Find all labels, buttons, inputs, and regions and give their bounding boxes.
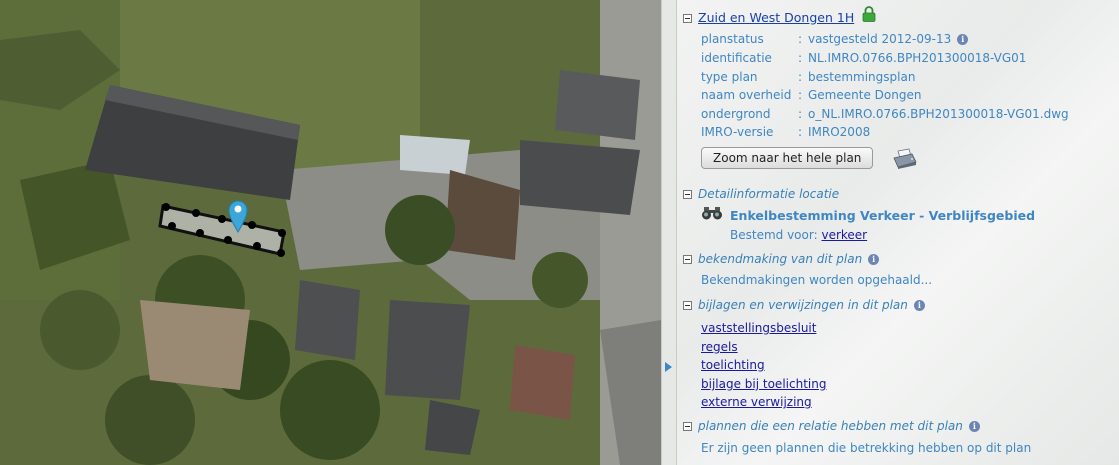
bijlage-link[interactable]: externe verwijzing (701, 395, 812, 409)
prop-key: identificatie (701, 51, 772, 65)
bijlagen-heading: bijlagen en verwijzingen in dit plan (698, 298, 908, 312)
bijlagen-section-header: bijlagen en verwijzingen in dit plan i (683, 298, 925, 312)
prop-separator: : (798, 70, 803, 84)
info-icon[interactable]: i (868, 254, 880, 265)
prop-row-ondergrond: ondergrond: o_NL.IMRO.0766.BPH201300018-V… (701, 107, 1069, 121)
bijlage-link[interactable]: toelichting (701, 358, 765, 372)
prop-key: planstatus (701, 32, 764, 46)
lock-icon (862, 6, 876, 22)
prop-row-imro-versie: IMRO-versie: IMRO2008 (701, 125, 870, 139)
bestemming-name: Enkelbestemming Verkeer - Verblijfsgebie… (730, 208, 1036, 223)
aerial-map[interactable] (0, 0, 661, 465)
prop-value: IMRO2008 (808, 125, 871, 139)
prop-row-type-plan: type plan: bestemmingsplan (701, 70, 915, 84)
bekendmaking-section-header: bekendmaking van dit plan i (683, 252, 880, 266)
zoom-to-plan-button[interactable]: Zoom naar het hele plan (701, 147, 874, 169)
prop-key: IMRO-versie (701, 125, 774, 139)
bekendmaking-status: Bekendmakingen worden opgehaald... (701, 273, 933, 287)
aerial-photo[interactable] (0, 0, 661, 465)
collapse-toggle-bijlagen[interactable] (683, 301, 692, 310)
detail-heading: Detailinformatie locatie (698, 187, 840, 201)
prop-separator: : (798, 51, 803, 65)
prop-value: o_NL.IMRO.0766.BPH201300018-VG01.dwg (808, 107, 1069, 121)
prop-value: Gemeente Dongen (808, 88, 922, 102)
bestemd-voor-row: Bestemd voor: verkeer (730, 228, 867, 242)
plan-section-header: Zuid en West Dongen 1H (683, 10, 854, 25)
info-icon[interactable]: i (913, 300, 925, 311)
info-panel: Zuid en West Dongen 1H planstatus: vastge… (677, 0, 1119, 465)
printer-icon[interactable] (892, 148, 918, 170)
prop-value: vastgesteld 2012-09-13 (808, 32, 952, 46)
detail-section-header: Detailinformatie locatie (683, 187, 839, 201)
prop-key: ondergrond (701, 107, 771, 121)
prop-row-naam-overheid: naam overheid: Gemeente Dongen (701, 88, 921, 102)
prop-value: NL.IMRO.0766.BPH201300018-VG01 (808, 51, 1027, 65)
bijlage-link[interactable]: vaststellingsbesluit (701, 321, 816, 335)
prop-separator: : (798, 125, 803, 139)
bijlage-link[interactable]: regels (701, 340, 738, 354)
prop-key: type plan (701, 70, 758, 84)
collapse-toggle-plan[interactable] (683, 14, 692, 23)
prop-separator: : (798, 32, 803, 46)
info-icon[interactable]: i (968, 421, 980, 432)
prop-row-planstatus: planstatus: vastgesteld 2012-09-13 i (701, 32, 969, 46)
bijlage-link[interactable]: bijlage bij toelichting (701, 377, 826, 391)
info-icon[interactable]: i (957, 34, 969, 45)
bekendmaking-heading: bekendmaking van dit plan (698, 252, 863, 266)
plan-title-link[interactable]: Zuid en West Dongen 1H (698, 10, 854, 25)
prop-value: bestemmingsplan (808, 70, 916, 84)
collapse-toggle-relaties[interactable] (683, 422, 692, 431)
prop-separator: : (798, 107, 803, 121)
panel-splitter[interactable] (661, 0, 677, 465)
collapse-toggle-detail[interactable] (683, 190, 692, 199)
relaties-heading: plannen die een relatie hebben met dit p… (698, 419, 963, 433)
collapse-arrow-icon[interactable] (665, 362, 672, 372)
binoculars-icon (702, 207, 722, 220)
prop-key: naam overheid (701, 88, 792, 102)
prop-separator: : (798, 88, 803, 102)
collapse-toggle-bekendmaking[interactable] (683, 255, 692, 264)
bestemd-voor-link[interactable]: verkeer (821, 228, 867, 242)
bestemd-voor-label: Bestemd voor: (730, 228, 818, 242)
relaties-section-header: plannen die een relatie hebben met dit p… (683, 419, 980, 433)
prop-row-identificatie: identificatie: NL.IMRO.0766.BPH201300018-… (701, 51, 1026, 65)
relaties-status: Er zijn geen plannen die betrekking hebb… (701, 441, 1032, 455)
